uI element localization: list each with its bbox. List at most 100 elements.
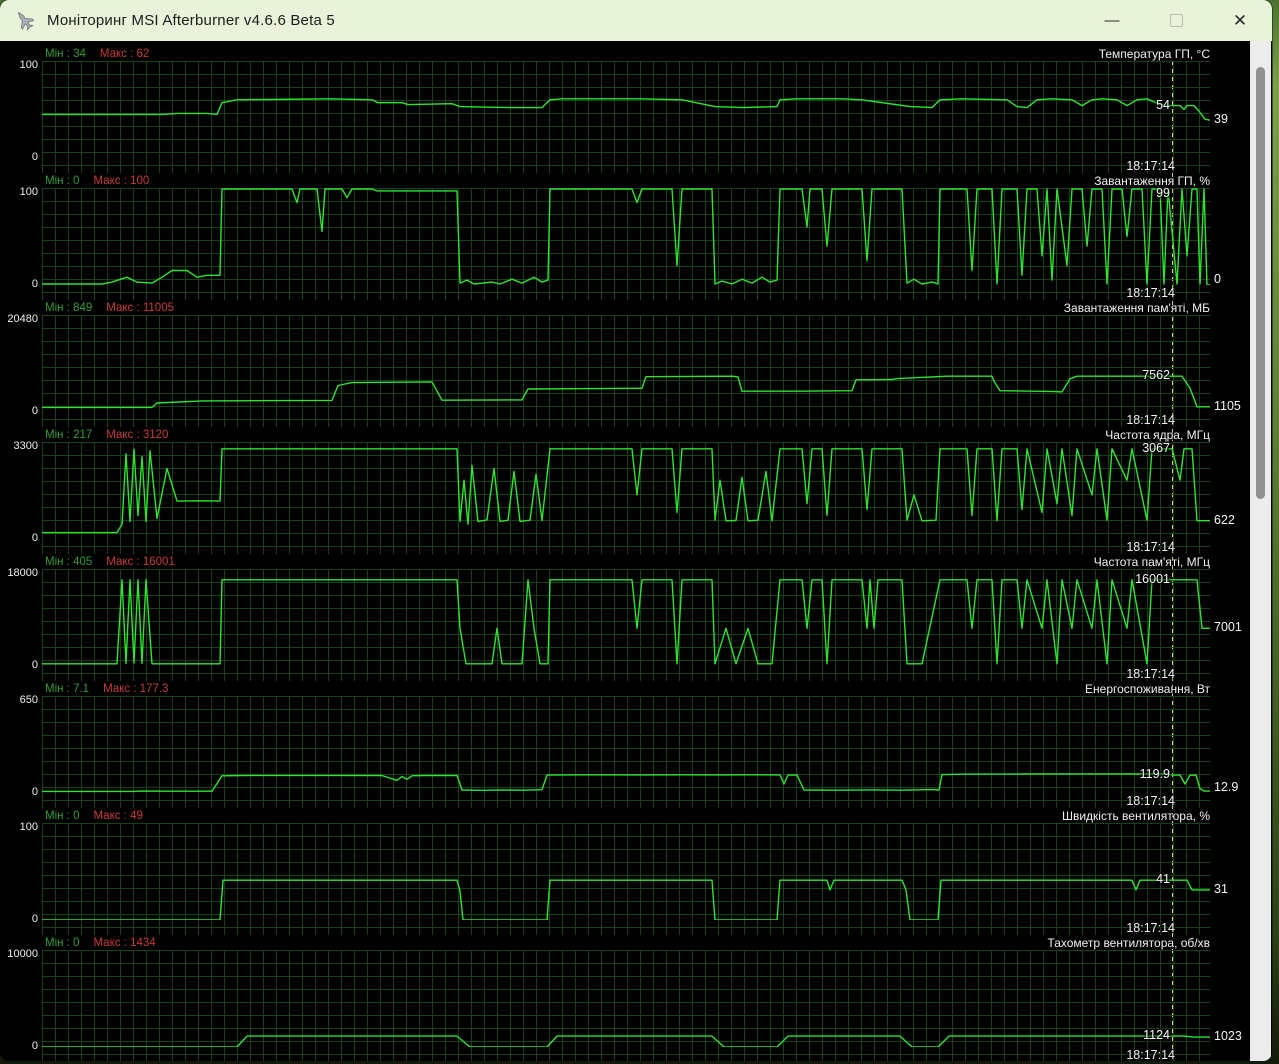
window-title: Моніторинг MSI Afterburner v4.6.6 Beta 5: [47, 12, 335, 29]
minmax-readout: Мін : 0 Макс : 1434: [45, 937, 156, 949]
chart-zone: 1124 1023 18:17:14: [42, 950, 1242, 1061]
maximize-box-icon: [1169, 14, 1183, 27]
cursor-value-label: 119.9: [1139, 767, 1170, 782]
cursor-value-label: 1124: [1143, 1028, 1170, 1043]
latest-value-label: 1023: [1214, 1029, 1242, 1044]
panel-title: Завантаження пам'яті, МБ: [1063, 300, 1210, 315]
min-value: Мін : 34: [45, 47, 86, 60]
panel-title: Температура ГП, °C: [1098, 46, 1210, 61]
axis-min-label: 0: [31, 1040, 38, 1052]
monitor-panel: Мін : 849 Макс : 11005 Завантаження пам'я…: [0, 300, 1272, 427]
monitor-panel: Мін : 217 Макс : 3120 Частота ядра, МГц 3…: [0, 427, 1272, 554]
cursor-timestamp: 18:17:14: [1126, 921, 1175, 935]
title-bar: Моніторинг MSI Afterburner v4.6.6 Beta 5…: [0, 0, 1272, 41]
latest-value-label: 1105: [1214, 398, 1241, 413]
min-value: Мін : 0: [45, 174, 80, 187]
graph-line-canvas: [42, 950, 1210, 1047]
cursor-timestamp: 18:17:14: [1126, 413, 1175, 427]
graph-line-canvas: [42, 315, 1210, 412]
axis-max-label: 650: [19, 694, 38, 706]
cursor-timestamp: 18:17:14: [1126, 667, 1175, 681]
cursor-timestamp: 18:17:14: [1126, 286, 1175, 300]
cursor-timestamp: 18:17:14: [1126, 1048, 1175, 1061]
minmax-readout: Мін : 7.1 Макс : 177.3: [45, 683, 168, 695]
monitor-panel: Мін : 0 Макс : 100 Завантаження ГП, % 100…: [0, 173, 1272, 300]
cursor-value-label: 99: [1156, 186, 1170, 200]
axis-min-label: 0: [31, 278, 38, 290]
min-value: Мін : 849: [45, 301, 93, 314]
axis-max-label: 100: [19, 186, 38, 198]
panel-header: Мін : 7.1 Макс : 177.3 Енергоспоживання, …: [0, 681, 1272, 696]
axis-min-label: 0: [31, 532, 38, 544]
monitor-panel: Мін : 0 Макс : 1434 Тахометр вентилятора,…: [0, 935, 1272, 1061]
maximize-button[interactable]: [1144, 0, 1208, 41]
axis-max-label: 10000: [7, 948, 38, 960]
monitor-graph-area: Мін : 34 Макс : 62 Температура ГП, °C 100…: [0, 41, 1272, 1061]
chart-zone: 99 0 18:17:14: [42, 186, 1221, 300]
min-value: Мін : 405: [45, 555, 93, 568]
minmax-readout: Мін : 217 Макс : 3120: [45, 429, 168, 441]
panel-header: Мін : 34 Макс : 62 Температура ГП, °C: [0, 46, 1272, 61]
min-value: Мін : 217: [45, 428, 93, 441]
min-value: Мін : 0: [45, 809, 80, 822]
panel-title: Завантаження ГП, %: [1094, 173, 1210, 188]
monitor-panel: Мін : 405 Макс : 16001 Частота пам'яті, М…: [0, 554, 1272, 681]
panel-header: Мін : 0 Макс : 100 Завантаження ГП, %: [0, 173, 1272, 188]
graph-line-canvas: [42, 442, 1210, 539]
graph-line-canvas: [42, 188, 1210, 285]
axis-max-label: 3300: [13, 440, 38, 452]
panel-header: Мін : 849 Макс : 11005 Завантаження пам'я…: [0, 300, 1272, 315]
panel-header: Мін : 0 Макс : 49 Швидкість вентилятора, …: [0, 808, 1272, 823]
chart-zone: 16001 7001 18:17:14: [42, 569, 1242, 681]
cursor-value-label: 16001: [1135, 571, 1170, 586]
latest-value-label: 622: [1214, 512, 1235, 527]
panel-header: Мін : 217 Макс : 3120 Частота ядра, МГц: [0, 427, 1272, 442]
cursor-timestamp: 18:17:14: [1126, 540, 1175, 554]
axis-max-label: 18000: [7, 567, 38, 579]
chart-zone: 119.9 12.9 18:17:14: [42, 696, 1238, 808]
minmax-readout: Мін : 0 Макс : 100: [45, 175, 149, 187]
max-value: Макс : 100: [93, 174, 150, 187]
max-value: Макс : 49: [93, 809, 143, 822]
monitor-panel: Мін : 7.1 Макс : 177.3 Енергоспоживання, …: [0, 681, 1272, 808]
chart-zone: 54 39 18:17:14: [42, 61, 1228, 173]
max-value: Макс : 1434: [93, 936, 156, 949]
max-value: Макс : 16001: [106, 555, 175, 568]
max-value: Макс : 3120: [106, 428, 169, 441]
chart-zone: 41 31 18:17:14: [42, 823, 1228, 935]
latest-value-label: 7001: [1214, 620, 1242, 635]
latest-value-label: 12.9: [1214, 780, 1239, 794]
cursor-timestamp: 18:17:14: [1126, 794, 1175, 808]
axis-max-label: 20480: [7, 313, 38, 325]
latest-value-label: 0: [1214, 272, 1221, 286]
monitor-panel: Мін : 34 Макс : 62 Температура ГП, °C 100…: [0, 46, 1272, 173]
cursor-value-label: 54: [1156, 97, 1170, 112]
minmax-readout: Мін : 0 Макс : 49: [45, 810, 143, 822]
graph-line-canvas: [42, 61, 1210, 158]
panel-title: Частота пам'яті, МГц: [1093, 554, 1210, 569]
graph-panels: Мін : 34 Макс : 62 Температура ГП, °C 100…: [0, 46, 1272, 1061]
min-value: Мін : 7.1: [45, 682, 90, 695]
max-value: Макс : 11005: [106, 301, 174, 314]
axis-min-label: 0: [31, 786, 38, 798]
minmax-readout: Мін : 405 Макс : 16001: [45, 556, 175, 568]
graph-line-canvas: [42, 569, 1210, 666]
close-button[interactable]: ✕: [1208, 0, 1272, 41]
panel-title: Тахометр вентилятора, об/хв: [1047, 935, 1210, 950]
minmax-readout: Мін : 849 Макс : 11005: [45, 302, 174, 314]
vertical-scrollbar[interactable]: [1250, 41, 1271, 1061]
graph-line-canvas: [42, 823, 1210, 920]
axis-min-label: 0: [31, 659, 38, 671]
jet-icon: [17, 11, 34, 30]
window-controls: — ✕: [1080, 0, 1272, 41]
afterburner-monitor-window: Моніторинг MSI Afterburner v4.6.6 Beta 5…: [0, 0, 1272, 1061]
latest-value-label: 39: [1214, 112, 1228, 127]
graph-line-canvas: [42, 696, 1210, 793]
latest-value-label: 31: [1214, 881, 1228, 896]
panel-title: Частота ядра, МГц: [1105, 427, 1210, 442]
monitor-panel: Мін : 0 Макс : 49 Швидкість вентилятора, …: [0, 808, 1272, 935]
cursor-value-label: 3067: [1142, 440, 1170, 455]
minimize-button[interactable]: —: [1080, 0, 1144, 41]
scrollbar-thumb[interactable]: [1256, 67, 1265, 499]
axis-min-label: 0: [31, 913, 38, 925]
